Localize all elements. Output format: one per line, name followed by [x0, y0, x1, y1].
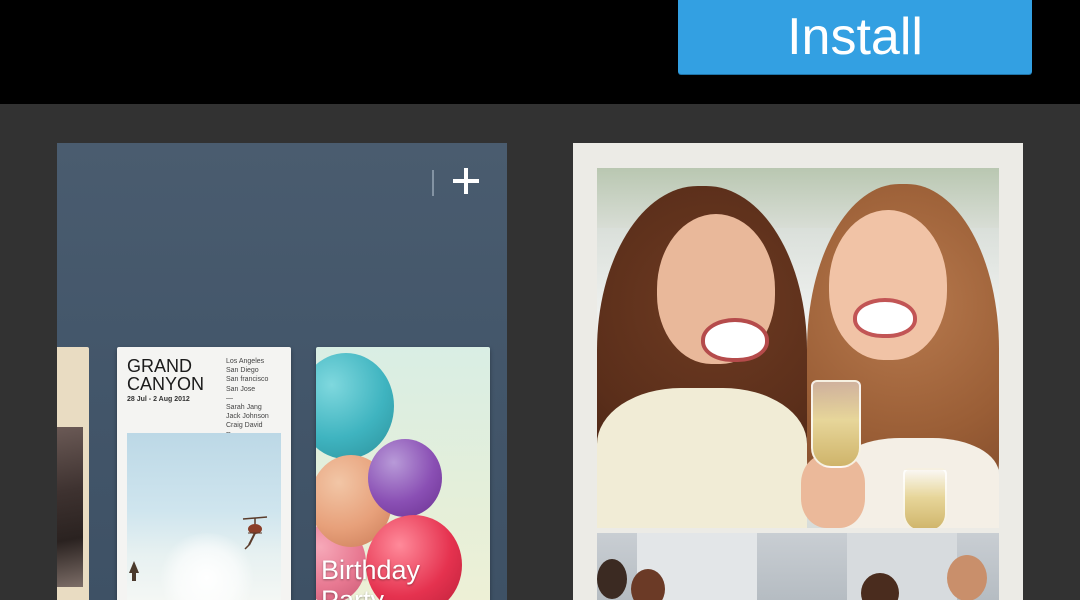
- screenshot-collage[interactable]: [573, 143, 1023, 600]
- person-left-smile: [701, 318, 769, 362]
- helicopter-icon: [242, 516, 268, 550]
- collage-photo-group: [597, 533, 999, 600]
- person-left-body: [597, 388, 807, 528]
- screenshot-albums[interactable]: GRAND CANYON 28 Jul - 2 Aug 2012 Los Ang…: [57, 143, 507, 600]
- album-title: Birthday Party: [321, 555, 421, 600]
- collage-photo-friends: [597, 168, 999, 528]
- album-title: GRAND CANYON: [127, 356, 205, 394]
- person-right-smile: [853, 298, 917, 338]
- install-button[interactable]: Install: [678, 0, 1032, 74]
- champagne-glass: [811, 380, 861, 468]
- person-head: [947, 555, 987, 600]
- album-card-grand-canyon: GRAND CANYON 28 Jul - 2 Aug 2012 Los Ang…: [117, 347, 291, 600]
- album-places-people: Los Angeles San Diego San francisco San …: [226, 358, 269, 439]
- balloon-teal: [316, 353, 394, 459]
- champagne-glass: [903, 468, 947, 528]
- album-photo: [57, 427, 83, 587]
- add-icon: [450, 165, 482, 197]
- album-cover-photo: [127, 433, 281, 600]
- top-bar: Install: [0, 0, 1080, 104]
- tree-icon: [129, 561, 139, 581]
- balloon-purple: [368, 439, 442, 517]
- album-card-partial: [57, 347, 89, 600]
- person-head: [597, 559, 627, 599]
- album-card-birthday: Birthday Party: [316, 347, 490, 600]
- album-date: 28 Jul - 2 Aug 2012: [127, 396, 190, 403]
- toolbar-divider: [432, 170, 434, 196]
